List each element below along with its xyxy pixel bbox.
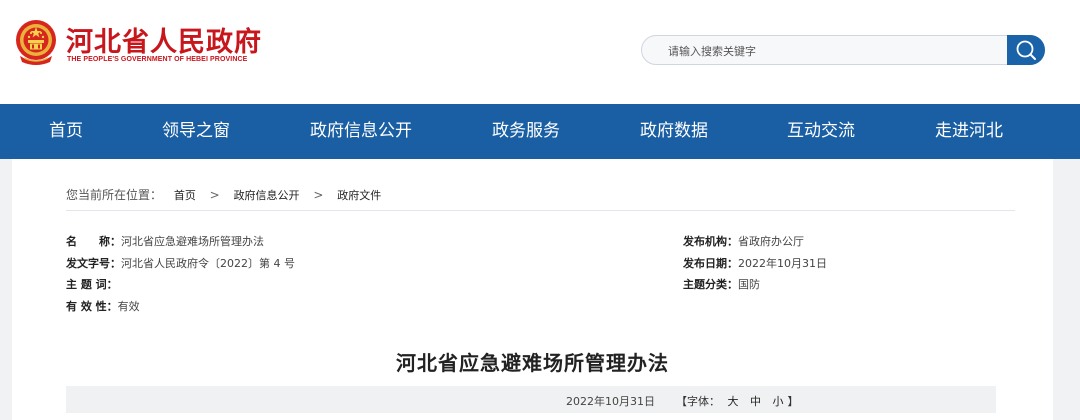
- meta-name-label: 名 称：: [66, 235, 121, 248]
- meta-name-value: 河北省应急避难场所管理办法: [121, 235, 264, 248]
- meta-validity: 有 效 性：有效: [66, 298, 140, 314]
- content-panel: 您当前所在位置： 首页 > 政府信息公开 > 政府文件 名 称：河北省应急避难场…: [12, 159, 1053, 420]
- nav-item-gov-data[interactable]: 政府数据: [640, 104, 708, 159]
- meta-category-value: 国防: [738, 278, 760, 291]
- content-area: 您当前所在位置： 首页 > 政府信息公开 > 政府文件 名 称：河北省应急避难场…: [0, 159, 1080, 420]
- font-size-medium-button[interactable]: 中: [750, 395, 761, 408]
- search-button[interactable]: [1007, 35, 1045, 65]
- document-info-bar: 2022年10月31日 【字体： 大 中 小】: [66, 386, 996, 413]
- nav-item-leaders[interactable]: 领导之窗: [162, 104, 230, 159]
- meta-date: 发布日期：2022年10月31日: [683, 255, 827, 271]
- nav-item-gov-info[interactable]: 政府信息公开: [310, 104, 412, 159]
- breadcrumb-gov-info[interactable]: 政府信息公开: [234, 189, 300, 202]
- meta-doc-no-label: 发文字号：: [66, 257, 121, 270]
- meta-issuer-value: 省政府办公厅: [738, 235, 804, 248]
- meta-keywords-label: 主 题 词：: [66, 278, 118, 291]
- meta-validity-label: 有 效 性：: [66, 300, 118, 313]
- national-emblem-icon: [16, 20, 56, 65]
- meta-doc-no: 发文字号：河北省人民政府令〔2022〕第 4 号: [66, 255, 295, 271]
- breadcrumb-home[interactable]: 首页: [174, 189, 196, 202]
- font-size-suffix: 】: [787, 395, 799, 408]
- breadcrumb-prefix: 您当前所在位置：: [66, 188, 163, 202]
- site-title[interactable]: 河北省人民政府: [66, 20, 262, 59]
- document-date: 2022年10月31日: [566, 395, 655, 408]
- main-nav: 首页 领导之窗 政府信息公开 政务服务 政府数据 互动交流 走进河北: [0, 104, 1080, 159]
- meta-validity-value: 有效: [117, 300, 140, 313]
- nav-item-about-hebei[interactable]: 走进河北: [935, 104, 1003, 159]
- search-box: [641, 35, 1045, 65]
- meta-doc-no-value: 河北省人民政府令〔2022〕第 4 号: [121, 257, 295, 270]
- meta-category-label: 主题分类：: [683, 278, 738, 291]
- meta-keywords: 主 题 词：: [66, 276, 118, 292]
- chevron-right-icon: >: [313, 188, 324, 202]
- search-input[interactable]: [668, 42, 998, 60]
- meta-date-label: 发布日期：: [683, 257, 738, 270]
- site-subtitle: THE PEOPLE'S GOVERNMENT OF HEBEI PROVINC…: [67, 56, 248, 63]
- meta-issuer: 发布机构：省政府办公厅: [683, 233, 804, 249]
- meta-issuer-label: 发布机构：: [683, 235, 738, 248]
- site-header: 河北省人民政府 THE PEOPLE'S GOVERNMENT OF HEBEI…: [0, 0, 1080, 104]
- nav-item-interaction[interactable]: 互动交流: [787, 104, 855, 159]
- search-icon: [1016, 40, 1036, 60]
- font-size-large-button[interactable]: 大: [728, 395, 739, 408]
- font-size-small-button[interactable]: 小: [773, 395, 784, 408]
- breadcrumb: 您当前所在位置： 首页 > 政府信息公开 > 政府文件: [66, 186, 381, 203]
- breadcrumb-divider: [66, 210, 1015, 211]
- font-size-prefix: 【字体：: [676, 395, 720, 408]
- document-title: 河北省应急避难场所管理办法: [396, 351, 669, 375]
- nav-item-gov-services[interactable]: 政务服务: [492, 104, 560, 159]
- meta-date-value: 2022年10月31日: [738, 257, 827, 270]
- meta-category: 主题分类：国防: [683, 276, 760, 292]
- meta-name: 名 称：河北省应急避难场所管理办法: [66, 233, 264, 249]
- nav-item-home[interactable]: 首页: [49, 104, 83, 159]
- breadcrumb-gov-docs[interactable]: 政府文件: [337, 189, 381, 202]
- font-size-selector: 【字体： 大 中 小】: [676, 393, 799, 409]
- chevron-right-icon: >: [209, 188, 220, 202]
